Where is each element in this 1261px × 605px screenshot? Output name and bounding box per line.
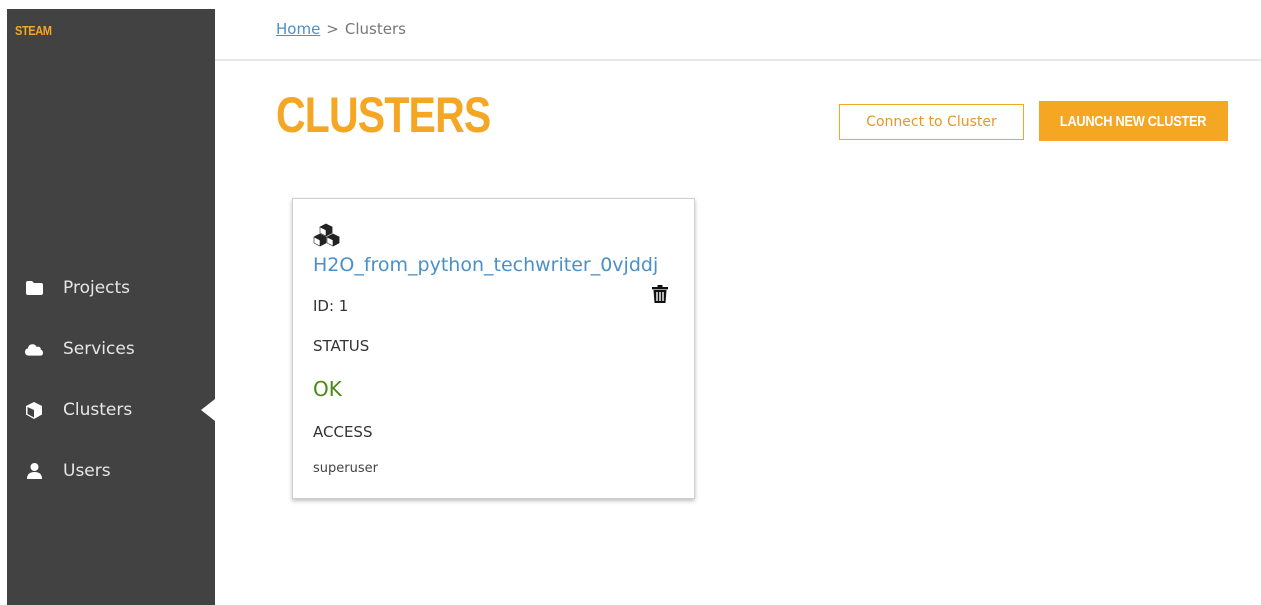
breadcrumb-home-link[interactable]: Home xyxy=(276,20,320,38)
sidebar-item-label: Projects xyxy=(63,278,131,298)
sidebar-item-services[interactable]: Services xyxy=(7,329,215,369)
cube-icon xyxy=(25,401,43,419)
user-icon xyxy=(25,462,43,480)
access-label: ACCESS xyxy=(313,423,373,441)
folder-icon xyxy=(25,279,43,297)
page-title: CLUSTERS xyxy=(276,87,491,143)
sidebar-item-label: Users xyxy=(63,461,111,481)
sidebar-item-users[interactable]: Users xyxy=(7,451,215,491)
access-value: superuser xyxy=(313,461,378,476)
cubes-icon xyxy=(313,223,341,247)
cluster-name-link[interactable]: H2O_from_python_techwriter_0vjddj xyxy=(313,254,658,276)
cluster-card: H2O_from_python_techwriter_0vjddj ID: 1 … xyxy=(292,198,695,499)
header-divider xyxy=(215,59,1261,61)
status-label: STATUS xyxy=(313,337,370,355)
brand-logo[interactable]: STEAM xyxy=(15,23,52,38)
sidebar-item-label: Clusters xyxy=(63,400,133,420)
active-indicator xyxy=(201,399,215,421)
trash-icon[interactable] xyxy=(652,285,668,303)
breadcrumb-separator: > xyxy=(326,20,339,38)
sidebar-item-projects[interactable]: Projects xyxy=(7,268,215,308)
breadcrumb: Home > Clusters xyxy=(276,20,406,38)
sidebar-item-label: Services xyxy=(63,339,135,359)
sidebar-item-clusters[interactable]: Clusters xyxy=(7,390,215,430)
cloud-icon xyxy=(25,340,43,358)
launch-new-cluster-button[interactable]: LAUNCH NEW CLUSTER xyxy=(1039,101,1228,141)
cluster-id: ID: 1 xyxy=(313,297,349,315)
sidebar: STEAM Projects Services Clusters Users xyxy=(7,9,215,605)
status-value: OK xyxy=(313,377,342,401)
breadcrumb-current: Clusters xyxy=(344,20,406,38)
launch-new-cluster-label: LAUNCH NEW CLUSTER xyxy=(1060,112,1207,130)
connect-to-cluster-button[interactable]: Connect to Cluster xyxy=(839,104,1024,140)
